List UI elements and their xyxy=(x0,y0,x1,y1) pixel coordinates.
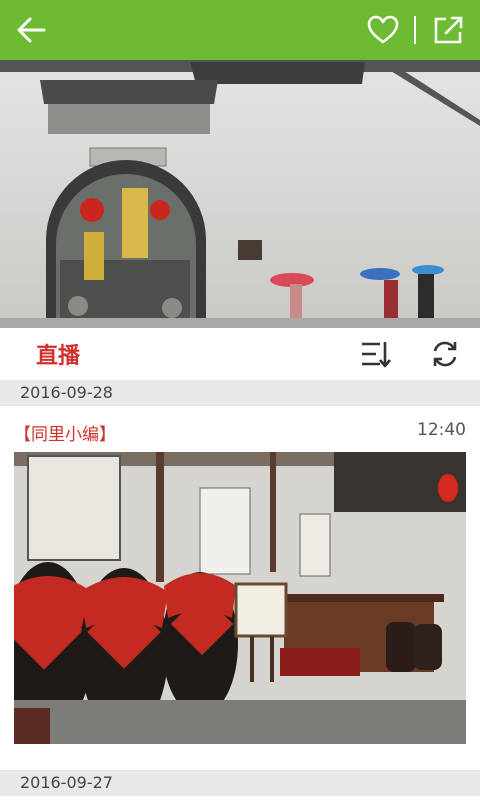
date-label: 2016-09-27 xyxy=(20,773,113,792)
date-label: 2016-09-28 xyxy=(20,383,113,402)
post-image[interactable] xyxy=(14,452,466,744)
date-header: 2016-09-28 xyxy=(0,380,480,406)
sort-list-icon xyxy=(362,342,391,368)
post-author: 【同里小编】 xyxy=(14,425,116,445)
feed-post[interactable]: 【同里小编】 12:40 xyxy=(0,406,480,770)
date-header: 2016-09-27 xyxy=(0,770,480,796)
refresh-icon xyxy=(433,341,457,367)
live-title: 直播 xyxy=(36,344,81,369)
heart-outline-icon xyxy=(367,15,399,44)
toolbar-divider xyxy=(414,16,416,44)
top-toolbar xyxy=(0,0,480,60)
arrow-left-icon xyxy=(17,17,46,43)
sort-button[interactable] xyxy=(360,339,392,369)
hero-image xyxy=(0,60,480,328)
favorite-button[interactable] xyxy=(366,14,400,46)
share-external-icon xyxy=(434,16,463,44)
share-button[interactable] xyxy=(432,14,466,46)
post-time: 12:40 xyxy=(417,420,466,440)
refresh-button[interactable] xyxy=(430,339,460,369)
back-button[interactable] xyxy=(14,14,50,46)
